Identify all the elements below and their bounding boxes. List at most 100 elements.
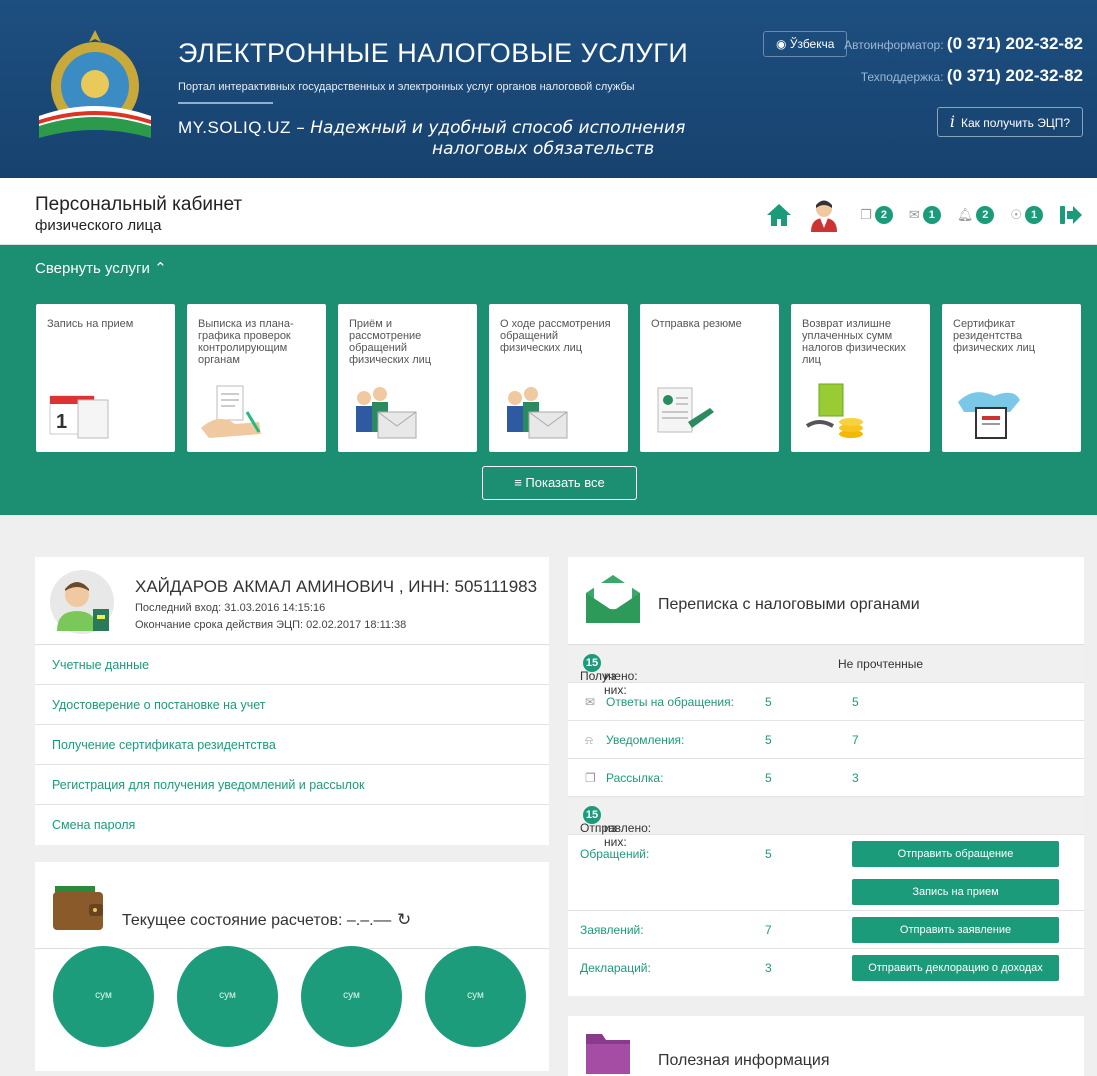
site-header: ЭЛЕКТРОННЫЕ НАЛОГОВЫЕ УСЛУГИ Портал инте… — [0, 0, 1097, 178]
appointment-button[interactable]: Запись на прием — [852, 879, 1059, 905]
send-declaration-button[interactable]: Отправить деклорацию о доходах — [852, 955, 1059, 981]
appeals-count: 5 — [765, 847, 772, 861]
chevron-up-icon: ⌃ — [154, 260, 167, 277]
link-residency-certificate[interactable]: Получение сертификата резидентства — [35, 725, 549, 765]
balance-circle: сум — [53, 946, 154, 1047]
home-icon[interactable] — [766, 203, 792, 227]
wallet-icon — [53, 886, 103, 930]
envelope-icon: ✉ — [908, 207, 920, 222]
service-card-label: Возврат излишне уплаченных сумм налогов … — [802, 318, 906, 366]
service-cards: Запись на прием 1 Выписка из плана-графи… — [36, 304, 1081, 452]
tips-group[interactable]: ☉ 1 — [1010, 206, 1043, 224]
send-statement-button[interactable]: Отправить заявление — [852, 917, 1059, 943]
service-card[interactable]: О ходе рассмотрения обращений физических… — [489, 304, 628, 452]
sent-count-badge: 15 — [583, 806, 601, 824]
row-label[interactable]: Ответы на обращения: — [606, 695, 734, 709]
support-phone: (0 371) 202-32-82 — [946, 66, 1083, 85]
people-mail-icon — [507, 387, 568, 439]
table-row[interactable]: ✉ Ответы на обращения: 5 5 — [568, 683, 1084, 721]
service-card[interactable]: Сертификат резидентства физических лиц — [942, 304, 1081, 452]
show-all-label: Показать все — [525, 475, 605, 490]
slogan-text: – Надежный и удобный способ исполнения — [290, 118, 686, 138]
sent-summary: Отправлено: 15 из них: — [568, 797, 1084, 849]
autoinfo-phone: (0 371) 202-32-82 — [946, 34, 1083, 53]
row-unread: 5 — [852, 695, 859, 709]
service-card-label: Отправка резюме — [651, 318, 742, 330]
payments-title: Текущее состояние расчетов: –.–.–– — [122, 912, 392, 929]
certificate-icon — [958, 392, 1020, 439]
currency-label: сум — [343, 990, 360, 1001]
service-card[interactable]: Приём и рассмотрение обращений физически… — [338, 304, 477, 452]
service-card-label: Запись на прием — [47, 318, 134, 330]
payments-panel: Текущее состояние расчетов: –.–.–– ↻ сум… — [35, 862, 549, 1071]
row-label[interactable]: Уведомления: — [606, 733, 684, 747]
declarations-count: 3 — [765, 961, 772, 975]
row-unread: 7 — [852, 733, 859, 747]
service-card[interactable]: Отправка резюме — [640, 304, 779, 452]
useful-info-title: Полезная информация — [658, 1052, 830, 1069]
mail-group[interactable]: ❐ 2 — [860, 206, 893, 224]
correspondence-header: Переписка с налоговыми органами — [568, 557, 1084, 645]
declarations-label[interactable]: Деклараций: — [580, 961, 651, 975]
collapse-services-toggle[interactable]: Свернуть услуги ⌃ — [35, 259, 167, 277]
ecp-button-label: Как получить ЭЦП? — [961, 116, 1070, 130]
balance-circle: сум — [425, 946, 526, 1047]
folder-icon — [586, 1034, 630, 1074]
balance-circle: сум — [177, 946, 278, 1047]
info-icon: i — [949, 112, 955, 131]
portal-title: ЭЛЕКТРОННЫЕ НАЛОГОВЫЕ УСЛУГИ — [178, 38, 689, 68]
received-label: Получено: 15 из них: — [580, 654, 638, 697]
mail-envelope-icon — [586, 575, 640, 623]
appeals-label[interactable]: Обращений: — [580, 847, 649, 861]
currency-label: сум — [219, 990, 236, 1001]
cabinet-title: Персональный кабинет — [35, 194, 243, 215]
row-label[interactable]: Рассылка: — [606, 771, 663, 785]
row-unread: 3 — [852, 771, 859, 785]
profile-avatar-icon[interactable] — [808, 198, 844, 232]
service-card[interactable]: Возврат излишне уплаченных сумм налогов … — [791, 304, 930, 452]
balance-circle: сум — [301, 946, 402, 1047]
last-login: Последний вход: 31.03.2016 14:15:16 — [135, 602, 326, 614]
services-panel: Свернуть услуги ⌃ Запись на прием 1 Выпи… — [0, 245, 1097, 515]
messages-group[interactable]: ✉ 1 — [909, 206, 941, 224]
appeals-row: Обращений: 5 Отправить обращение Запись … — [568, 835, 1084, 911]
received-count-badge: 15 — [583, 654, 601, 672]
service-card[interactable]: Выписка из плана-графика проверок контро… — [187, 304, 326, 452]
show-all-button[interactable]: ≡ Показать все — [482, 466, 637, 500]
resume-icon — [657, 387, 714, 433]
sent-label: Отправлено: 15 из них: — [580, 806, 651, 849]
language-button[interactable]: ◉ Ўзбекча — [763, 31, 848, 57]
get-ecp-button[interactable]: i Как получить ЭЦП? — [936, 107, 1083, 137]
link-registration-certificate[interactable]: Удостоверение о постановке на учет — [35, 685, 549, 725]
logout-icon[interactable] — [1059, 204, 1083, 226]
service-card-label: Сертификат резидентства физических лиц — [953, 318, 1036, 354]
table-row[interactable]: ⍾ Уведомления: 5 7 — [568, 721, 1084, 759]
declarations-row: Деклараций: 3 Отправить деклорацию о дох… — [568, 949, 1084, 987]
user-avatar-icon — [50, 570, 114, 634]
payments-header: Текущее состояние расчетов: –.–.–– ↻ — [35, 862, 549, 949]
globe-icon: ◉ — [776, 37, 787, 51]
refresh-icon[interactable]: ↻ — [397, 910, 411, 930]
link-change-password[interactable]: Смена пароля — [35, 805, 549, 845]
document-hand-icon — [201, 385, 261, 438]
service-card-label: Приём и рассмотрение обращений физически… — [349, 318, 432, 366]
statements-label[interactable]: Заявлений: — [580, 923, 644, 937]
user-panel: ХАЙДАРОВ АКМАЛ АМИНОВИЧ , ИНН: 505111983… — [35, 557, 549, 845]
currency-label: сум — [95, 990, 112, 1001]
language-label: Ўзбекча — [789, 37, 835, 51]
link-notifications-registration[interactable]: Регистрация для получения уведомлений и … — [35, 765, 549, 805]
svg-text:1: 1 — [56, 411, 67, 433]
autoinfo-label: Автоинформатор: — [844, 38, 944, 52]
people-mail-icon — [356, 387, 417, 439]
service-card[interactable]: Запись на прием 1 — [36, 304, 175, 452]
unread-header: Не прочтенные — [838, 657, 924, 671]
tips-badge: 1 — [1025, 206, 1043, 224]
notifications-group[interactable]: 🔔︎ 2 — [957, 206, 995, 224]
site-url[interactable]: MY.SOLIQ.UZ — [178, 118, 291, 137]
currency-label: сум — [467, 990, 484, 1001]
link-account-data[interactable]: Учетные данные — [35, 645, 549, 685]
collapse-label: Свернуть услуги — [35, 260, 150, 277]
send-appeal-button[interactable]: Отправить обращение — [852, 841, 1059, 867]
table-row[interactable]: ❐ Рассылка: 5 3 — [568, 759, 1084, 797]
cabinet-subtitle: физического лица — [35, 217, 162, 234]
